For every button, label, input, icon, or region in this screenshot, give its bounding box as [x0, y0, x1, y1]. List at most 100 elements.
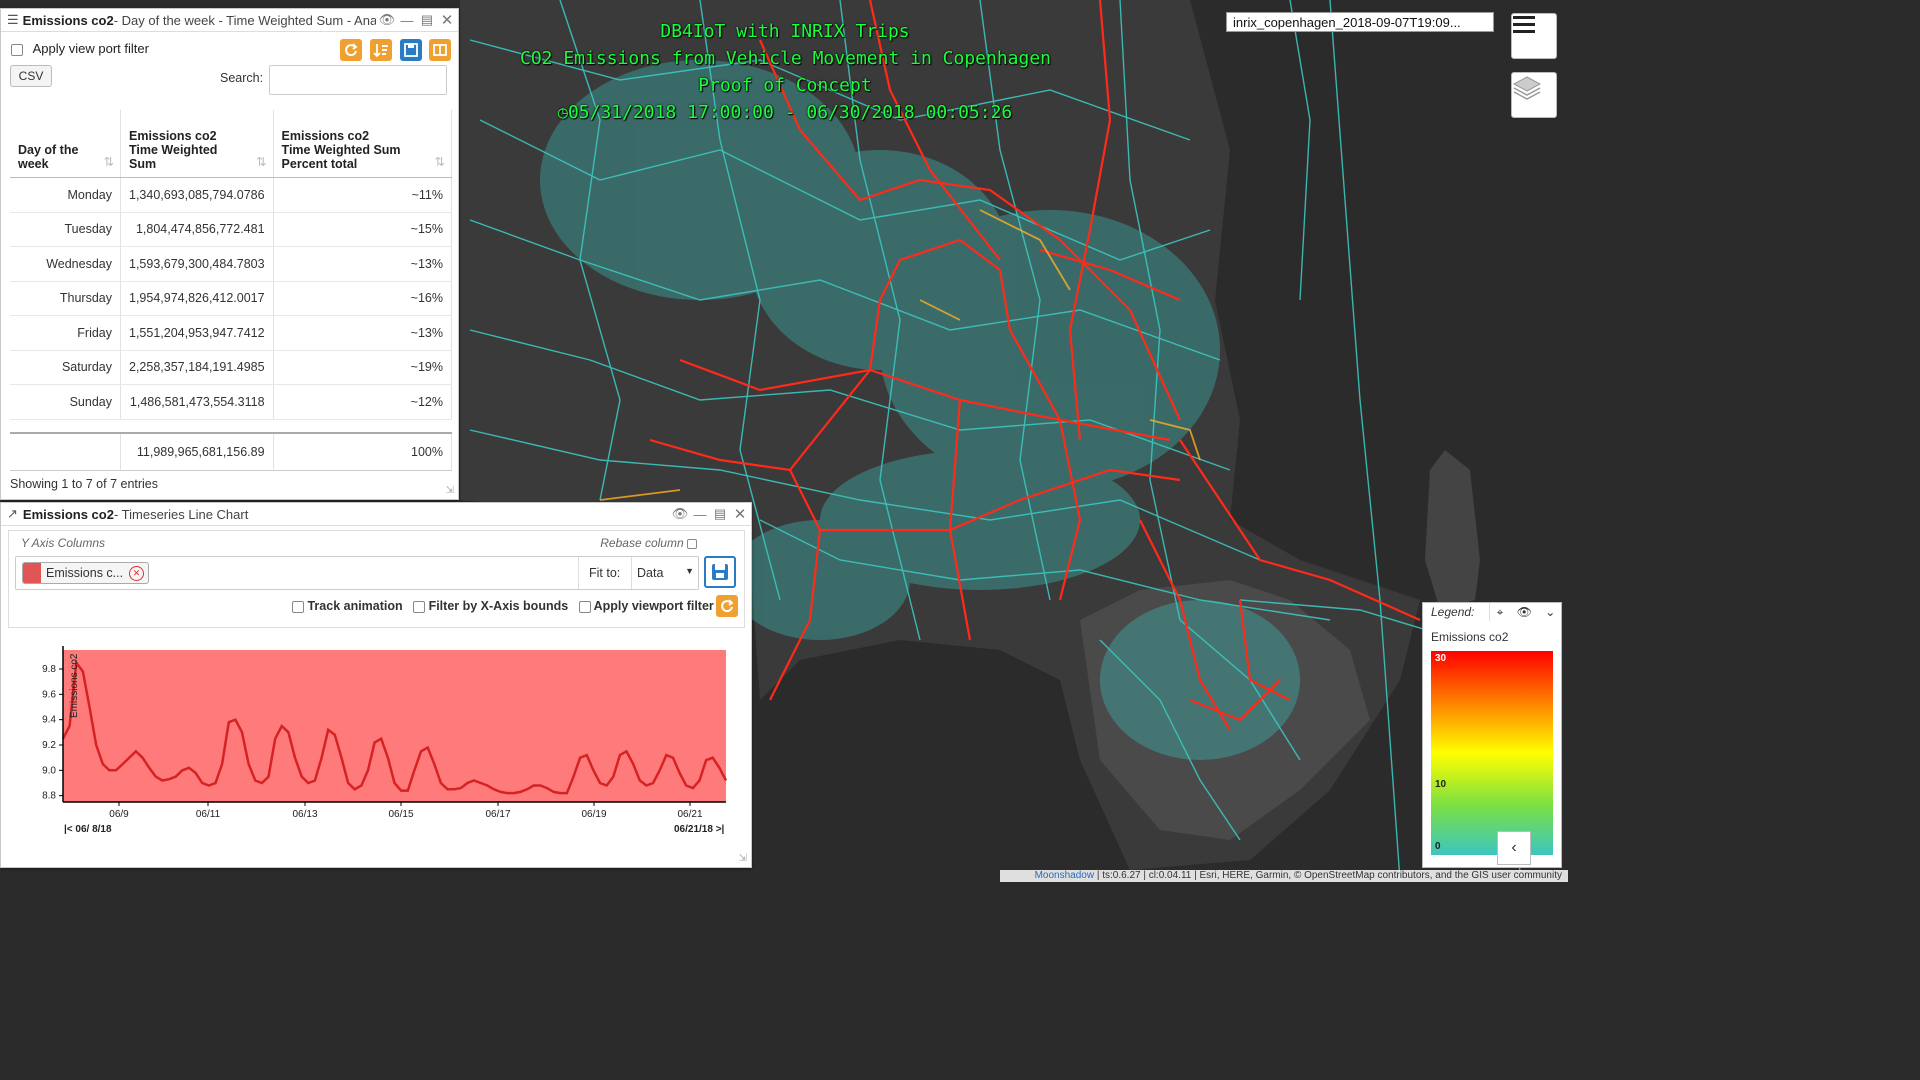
apply-viewport-checkbox[interactable] [578, 600, 591, 613]
fit-to-select[interactable]: Data ▼ [631, 557, 699, 589]
sort-arrows-icon: ⇅ [434, 155, 445, 169]
resize-handle-icon[interactable]: ⇲ [739, 853, 747, 864]
column-header-day-line-1: Day of the [18, 143, 79, 157]
remove-series-icon[interactable]: ✕ [129, 566, 144, 581]
legend-title: Legend: [1431, 605, 1475, 619]
table-row[interactable]: Wednesday 1,593,679,300,484.7803 ~13% [10, 246, 453, 282]
csv-button[interactable]: CSV [10, 65, 52, 87]
close-icon[interactable]: ✕ [733, 506, 747, 523]
legend-panel: Legend: ⌖ 👁 ⌄ Emissions co2 30 10 0 ‹ [1422, 602, 1562, 868]
cell-percent: ~16% [273, 281, 453, 316]
table-row[interactable]: Friday 1,551,204,953,947.7412 ~13% [10, 315, 453, 351]
search-input[interactable] [269, 65, 447, 95]
y-axis-column-selector[interactable]: Emissions c... ✕ Fit to: Data ▼ [15, 556, 699, 590]
cell-day: Saturday [10, 350, 121, 385]
table-row[interactable]: Thursday 1,954,974,826,412.0017 ~16% [10, 281, 453, 316]
x-tick-label: 06/13 [292, 809, 317, 820]
minimize-icon[interactable]: — [693, 507, 707, 522]
maximize-icon[interactable]: ▤ [713, 506, 727, 521]
apply-viewport-option[interactable]: Apply viewport filter [578, 599, 714, 613]
table-panel-title-sub: - Day of the week - Time Weighted Sum - … [113, 12, 381, 28]
column-header-sum[interactable]: Emissions co2 Time Weighted Sum ⇅ [120, 110, 274, 178]
y-tick-label: 9.6 [42, 689, 56, 700]
table-panel-controls: 👁 — ▤ ✕ [376, 9, 454, 31]
range-end-label[interactable]: 06/21/18 >| [674, 824, 724, 835]
cell-percent: ~12% [273, 384, 453, 420]
search-label: Search: [220, 71, 264, 85]
column-header-sum-line-2: Time Weighted [129, 143, 218, 157]
footer-blank [10, 431, 121, 471]
cell-sum: 1,551,204,953,947.7412 [120, 315, 274, 351]
map-time-range: ◷05/31/2018 17:00:00 - 06/30/2018 00:05:… [520, 99, 1050, 127]
collapse-legend-button[interactable]: ‹ [1497, 831, 1531, 865]
save-button[interactable] [400, 39, 422, 61]
chart-save-button[interactable] [704, 556, 736, 588]
table-panel-header[interactable]: ☰ Emissions co2 - Day of the week - Time… [1, 9, 458, 32]
column-header-sum-line-3: Sum [129, 157, 157, 171]
layers-button[interactable] [1511, 72, 1557, 118]
eye-icon[interactable]: 👁 [672, 506, 689, 521]
column-header-day[interactable]: Day of the week ⇅ [10, 110, 121, 178]
chart-panel-header[interactable]: ↗ Emissions co2 - Timeseries Line Chart … [1, 503, 751, 526]
cell-percent: ~11% [273, 177, 453, 213]
map-title: DB4IoT with INRIX Trips CO2 Emissions fr… [520, 18, 1051, 127]
table-footer-row: 11,989,965,681,156.89 100% [10, 431, 453, 471]
cell-sum: 1,954,974,826,412.0017 [120, 281, 274, 316]
apply-viewport-filter-checkbox[interactable] [11, 43, 23, 56]
eye-icon[interactable]: 👁 [1517, 605, 1532, 619]
rebase-column-row[interactable]: Rebase column [600, 536, 697, 550]
fit-to-control: Fit to: Data ▼ [578, 557, 699, 589]
cell-sum: 1,486,581,473,554.3118 [120, 384, 274, 420]
x-tick-label: 06/15 [388, 809, 413, 820]
y-tick-label: 8.8 [42, 791, 56, 802]
resize-handle-icon[interactable]: ⇲ [446, 485, 454, 496]
time-range-text: 05/31/2018 17:00:00 - 06/30/2018 00:05:2… [567, 102, 1013, 123]
table-row[interactable]: Monday 1,340,693,085,794.0786 ~11% [10, 177, 453, 213]
list-icon: ☰ [7, 12, 19, 27]
table-row[interactable]: Saturday 2,258,357,184,191.4985 ~19% [10, 350, 453, 385]
track-animation-option[interactable]: Track animation [292, 599, 403, 613]
fit-to-label: Fit to: [589, 566, 621, 580]
footer-total-sum: 11,989,965,681,156.89 [120, 431, 274, 471]
menu-button[interactable] [1511, 13, 1557, 59]
cell-percent: ~13% [273, 246, 453, 282]
cell-percent: ~15% [273, 212, 453, 247]
track-animation-checkbox[interactable] [292, 600, 304, 613]
minimize-icon[interactable]: — [400, 13, 414, 28]
y-axis-columns-label: Y Axis Columns [21, 536, 106, 550]
chart-refresh-button[interactable] [716, 595, 738, 617]
range-start-label[interactable]: |< 06/ 8/18 [64, 824, 112, 835]
clock-icon: ◷ [557, 103, 568, 123]
columns-icon [433, 44, 447, 56]
refresh-button[interactable] [340, 39, 362, 61]
legend-field-name: Emissions co2 [1431, 630, 1509, 644]
series-chip[interactable]: Emissions c... ✕ [22, 562, 149, 584]
filter-x-axis-checkbox[interactable] [413, 600, 426, 613]
cell-percent: ~19% [273, 350, 453, 385]
filter-x-axis-option[interactable]: Filter by X-Axis bounds [413, 599, 568, 613]
table-row[interactable]: Sunday 1,486,581,473,554.3118 ~12% [10, 384, 453, 420]
column-header-percent[interactable]: Emissions co2 Time Weighted Sum Percent … [273, 110, 453, 178]
eye-icon[interactable]: 👁 [379, 12, 396, 27]
crosshair-icon[interactable]: ⌖ [1497, 605, 1504, 620]
table-panel: ☰ Emissions co2 - Day of the week - Time… [0, 8, 459, 500]
maximize-icon[interactable]: ▤ [420, 12, 434, 27]
layer-name-box[interactable]: inrix_copenhagen_2018-09-07T19:09... [1226, 12, 1494, 32]
rebase-column-checkbox[interactable] [687, 538, 697, 549]
series-chip-label: Emissions c... [46, 566, 124, 580]
chevron-left-icon: ‹ [1511, 839, 1517, 856]
table-row[interactable]: Tuesday 1,804,474,856,772.481 ~15% [10, 212, 453, 247]
chevron-down-icon[interactable]: ⌄ [1545, 605, 1555, 619]
apply-viewport-filter-row[interactable]: Apply view port filter [11, 41, 149, 56]
chart-panel: ↗ Emissions co2 - Timeseries Line Chart … [0, 502, 752, 868]
attribution-brand-link[interactable]: Moonshadow [1035, 870, 1094, 881]
x-tick-label: 06/9 [109, 809, 129, 820]
timeseries-chart[interactable]: 8.8 9.0 9.2 9.4 9.6 9.8 06/9 06/11 06/13 06/15 06/… [1, 638, 741, 838]
series-color-swatch [23, 563, 41, 583]
sort-arrows-icon: ⇅ [103, 155, 114, 169]
columns-button[interactable] [429, 39, 451, 61]
sort-button[interactable] [370, 39, 392, 61]
close-icon[interactable]: ✕ [440, 12, 454, 29]
y-tick-label: 9.2 [42, 740, 56, 751]
layers-icon [1512, 76, 1542, 100]
